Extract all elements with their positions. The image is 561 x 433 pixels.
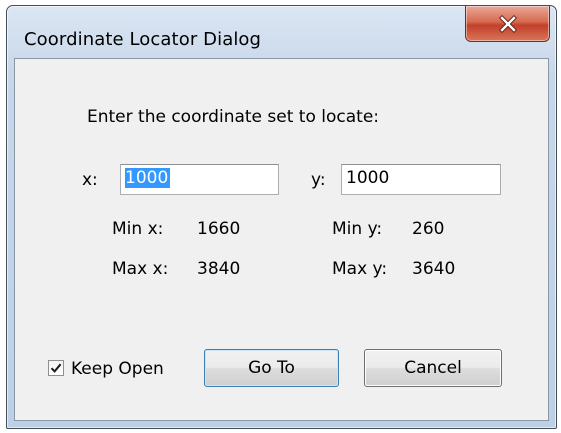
min-y-label: Min y: [332,219,383,239]
prompt-text: Enter the coordinate set to locate: [87,107,380,127]
close-x-icon [498,14,517,33]
keep-open-checkbox[interactable] [48,360,64,376]
go-to-button[interactable]: Go To [204,349,339,387]
y-input[interactable]: 1000 [341,164,501,195]
window-title: Coordinate Locator Dialog [24,29,262,50]
cancel-button[interactable]: Cancel [364,349,502,387]
x-input[interactable]: 1000 [120,164,279,195]
close-button[interactable] [465,6,550,42]
x-input-value: 1000 [125,168,171,188]
dialog-window: Coordinate Locator Dialog Enter the coor… [6,5,557,429]
min-x-label: Min x: [112,219,164,239]
y-label: y: [311,170,326,190]
max-x-label: Max x: [112,259,169,279]
min-y-value: 260 [412,219,445,239]
dialog-body: Enter the coordinate set to locate: x: 1… [14,58,549,421]
keep-open-label[interactable]: Keep Open [71,359,164,379]
title-bar[interactable]: Coordinate Locator Dialog [7,6,556,58]
x-label: x: [82,170,98,190]
min-x-value: 1660 [197,219,241,239]
max-y-value: 3640 [412,259,456,279]
y-input-value: 1000 [346,168,390,188]
max-x-value: 3840 [197,259,241,279]
max-y-label: Max y: [332,259,388,279]
checkmark-icon [50,363,62,373]
